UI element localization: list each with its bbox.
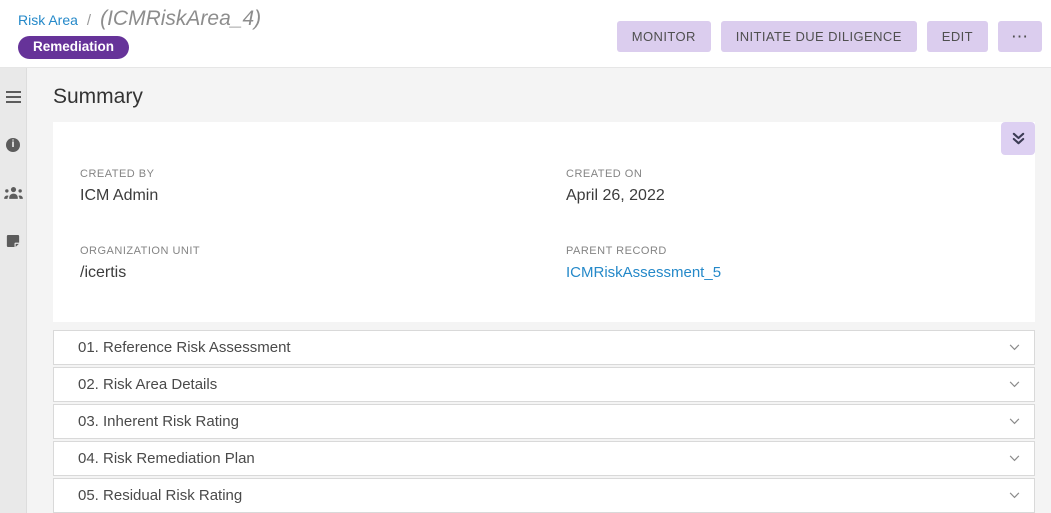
- chevron-down-icon: [1009, 344, 1020, 351]
- section-label: 03. Inherent Risk Rating: [78, 413, 239, 430]
- section-label: 01. Reference Risk Assessment: [78, 339, 291, 356]
- page-header: Risk Area / (ICMRiskArea_4) Remediation …: [0, 0, 1051, 68]
- field-label: ORGANIZATION UNIT: [80, 245, 566, 257]
- section-label: 02. Risk Area Details: [78, 376, 217, 393]
- parent-record-link[interactable]: ICMRiskAssessment_5: [566, 264, 721, 281]
- chevron-down-icon: [1009, 418, 1020, 425]
- summary-fields: CREATED BY ICM Admin CREATED ON April 26…: [80, 168, 1015, 282]
- section-residual-risk-rating[interactable]: 05. Residual Risk Rating: [53, 478, 1035, 513]
- section-label: 05. Residual Risk Rating: [78, 487, 242, 504]
- notes-icon[interactable]: [0, 232, 27, 249]
- collapse-all-button[interactable]: [1001, 122, 1035, 155]
- menu-icon[interactable]: [0, 88, 27, 105]
- field-label: CREATED BY: [80, 168, 566, 180]
- field-value: April 26, 2022: [566, 187, 1015, 205]
- info-icon[interactable]: [0, 136, 27, 153]
- section-inherent-risk-rating[interactable]: 03. Inherent Risk Rating: [53, 404, 1035, 439]
- record-title: (ICMRiskArea_4): [100, 7, 261, 31]
- section-risk-remediation-plan[interactable]: 04. Risk Remediation Plan: [53, 441, 1035, 476]
- monitor-button[interactable]: MONITOR: [617, 21, 711, 52]
- field-value: ICM Admin: [80, 187, 566, 205]
- section-label: 04. Risk Remediation Plan: [78, 450, 255, 467]
- page-title: Summary: [53, 85, 1035, 109]
- double-chevron-down-icon: [1011, 131, 1026, 146]
- team-icon[interactable]: [0, 184, 27, 201]
- field-label: CREATED ON: [566, 168, 1015, 180]
- field-label: PARENT RECORD: [566, 245, 1015, 257]
- breadcrumb-separator: /: [87, 12, 91, 29]
- main-panel: Summary CREATED BY ICM Admin CREATED ON …: [27, 68, 1051, 513]
- field-created-by: CREATED BY ICM Admin: [80, 168, 566, 205]
- header-actions: MONITOR INITIATE DUE DILIGENCE EDIT ⋯: [617, 21, 1042, 52]
- breadcrumb-parent-link[interactable]: Risk Area: [18, 12, 78, 28]
- status-badge: Remediation: [18, 36, 129, 59]
- chevron-down-icon: [1009, 492, 1020, 499]
- field-created-on: CREATED ON April 26, 2022: [566, 168, 1015, 205]
- section-risk-area-details[interactable]: 02. Risk Area Details: [53, 367, 1035, 402]
- edit-button[interactable]: EDIT: [927, 21, 988, 52]
- field-parent-record: PARENT RECORD ICMRiskAssessment_5: [566, 245, 1015, 282]
- summary-card: CREATED BY ICM Admin CREATED ON April 26…: [53, 122, 1035, 322]
- more-actions-button[interactable]: ⋯: [998, 21, 1042, 52]
- chevron-down-icon: [1009, 381, 1020, 388]
- accordion-list: 01. Reference Risk Assessment 02. Risk A…: [53, 330, 1035, 513]
- field-value: /icertis: [80, 264, 566, 282]
- chevron-down-icon: [1009, 455, 1020, 462]
- left-toolbar: [0, 68, 27, 513]
- section-reference-risk-assessment[interactable]: 01. Reference Risk Assessment: [53, 330, 1035, 365]
- field-organization-unit: ORGANIZATION UNIT /icertis: [80, 245, 566, 282]
- initiate-due-diligence-button[interactable]: INITIATE DUE DILIGENCE: [721, 21, 917, 52]
- breadcrumb: Risk Area / (ICMRiskArea_4): [18, 7, 261, 31]
- content-area: Summary CREATED BY ICM Admin CREATED ON …: [0, 68, 1051, 513]
